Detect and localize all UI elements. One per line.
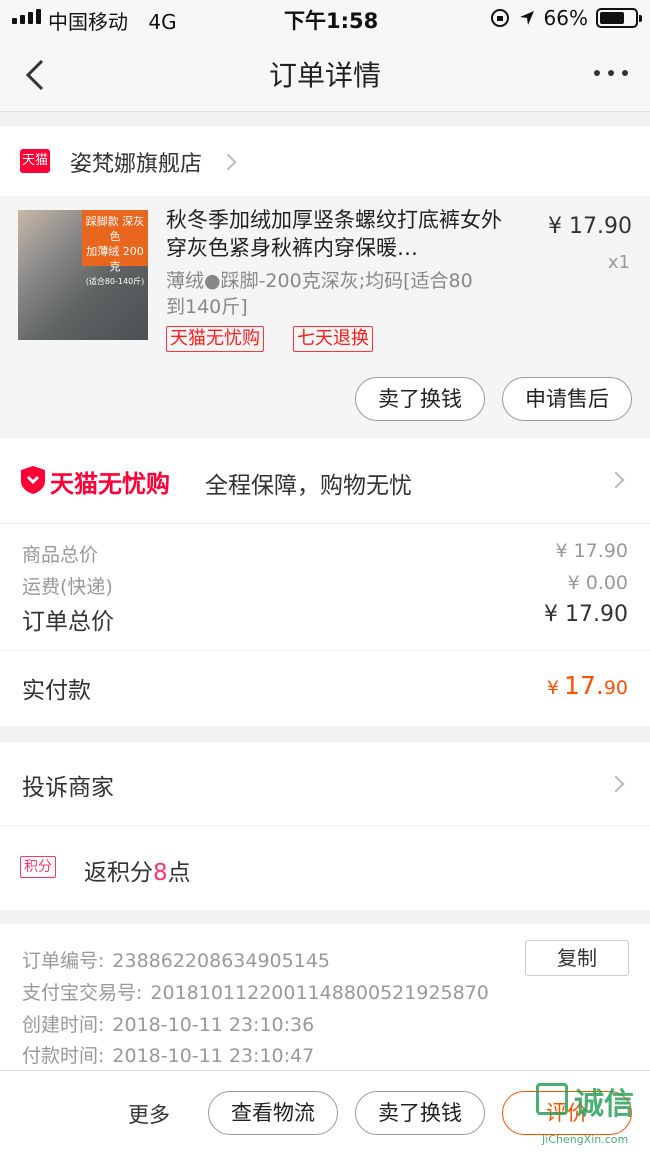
order-total-label: 订单总价 [22, 609, 114, 635]
location-icon [519, 11, 534, 25]
product-spec: 薄绒●踩脚-200克深灰;均码[适合80到140斤] [166, 270, 473, 318]
apply-after-sales-button[interactable]: 申请售后 [502, 377, 632, 421]
created-time: 2018-10-11 23:10:36 [112, 1014, 315, 1036]
actual-payment-value: ¥ 17.90 [546, 671, 628, 700]
badge-seven-day-return: 七天退换 [293, 326, 373, 352]
product-quantity: x1 [607, 252, 630, 273]
complain-seller-label: 投诉商家 [22, 775, 114, 801]
badge-tmall-worry-free: 天猫无忧购 [166, 326, 264, 352]
battery-icon [596, 8, 642, 28]
order-info: 订单编号: 238862208634905145 复制 支付宝交易号: 201810… [0, 924, 650, 1070]
alipay-number: 2018101122001148800521925870 [150, 982, 489, 1004]
watermark-url: JiChengXin.com [542, 1133, 629, 1146]
shipping-label: 运费(快递) [22, 576, 113, 598]
product-price: ¥ 17.90 [548, 214, 632, 239]
guarantee-row[interactable]: 天猫无忧购 全程保障，购物无忧 [0, 438, 650, 524]
goods-total-label: 商品总价 [22, 544, 99, 566]
order-number: 238862208634905145 [112, 950, 330, 972]
carrier-name: 中国移动 [48, 10, 128, 34]
points-badge: 积分 [20, 856, 56, 878]
more-button[interactable]: 更多 [128, 1099, 170, 1129]
paid-time-label: 付款时间: [22, 1045, 105, 1067]
actual-payment-row: 实付款 ¥ 17.90 [0, 650, 650, 726]
order-total-value: ¥ 17.90 [544, 602, 628, 627]
product-item[interactable]: 踩脚款 深灰色 加薄绒 200克 (适合80-140斤) 秋冬季加绒加厚竖条螺纹… [0, 196, 650, 438]
watermark-logo-icon [536, 1083, 568, 1115]
watermark: 诚信 JiChengXin.com [536, 1083, 646, 1153]
shop-header[interactable]: 天猫 姿梵娜旗舰店 [0, 126, 650, 196]
points-text: 返积分8点 [84, 860, 191, 886]
thumbnail-tag: 踩脚款 深灰色 加薄绒 200克 (适合80-140斤) [82, 210, 148, 286]
points-count: 8 [153, 860, 168, 886]
page-title: 订单详情 [268, 59, 381, 92]
actual-payment-label: 实付款 [22, 678, 91, 704]
price-summary: 商品总价 ¥ 17.90 运费(快递) ¥ 0.00 订单总价 ¥ 17.90 [0, 524, 650, 650]
order-number-label: 订单编号: [22, 950, 105, 972]
bottom-action-bar: 更多 查看物流 卖了换钱 评价 诚信 JiChengXin.com [0, 1070, 650, 1156]
points-row: 积分 返积分8点 [0, 826, 650, 910]
status-bar: 中国移动 4G 下午1:58 66% [0, 0, 650, 36]
created-time-label: 创建时间: [22, 1014, 105, 1036]
chevron-right-icon [607, 775, 625, 793]
sell-for-cash-button[interactable]: 卖了换钱 [355, 1091, 485, 1135]
chevron-right-icon [607, 471, 625, 489]
alipay-label: 支付宝交易号: [22, 982, 143, 1004]
sell-for-cash-button[interactable]: 卖了换钱 [355, 377, 485, 421]
product-name: 秋冬季加绒加厚竖条螺纹打底裤女外穿灰色紧身秋裤内穿保暖… [166, 208, 502, 260]
rotation-lock-icon [490, 9, 509, 27]
nav-bar: 订单详情 [0, 36, 650, 112]
watermark-text: 诚信 [574, 1087, 634, 1122]
battery-percent: 66% [543, 6, 588, 30]
tmall-worry-free-logo: 天猫无忧购 [50, 470, 170, 498]
shop-name: 姿梵娜旗舰店 [70, 152, 203, 177]
tmall-icon: 天猫 [20, 149, 50, 173]
copy-button[interactable]: 复制 [525, 940, 629, 976]
goods-total-value: ¥ 17.90 [555, 540, 628, 562]
shield-icon [21, 466, 45, 494]
signal-icon [12, 9, 41, 24]
more-menu-icon[interactable] [594, 70, 628, 76]
complain-seller-row[interactable]: 投诉商家 [0, 742, 650, 826]
chevron-right-icon [219, 153, 237, 171]
guarantee-text: 全程保障，购物无忧 [205, 473, 412, 499]
paid-time: 2018-10-11 23:10:47 [112, 1045, 315, 1067]
clock: 下午1:58 [284, 9, 379, 33]
shipping-value: ¥ 0.00 [567, 572, 628, 594]
view-logistics-button[interactable]: 查看物流 [208, 1091, 338, 1135]
product-thumbnail[interactable]: 踩脚款 深灰色 加薄绒 200克 (适合80-140斤) [18, 210, 148, 340]
network-type: 4G [148, 10, 177, 34]
